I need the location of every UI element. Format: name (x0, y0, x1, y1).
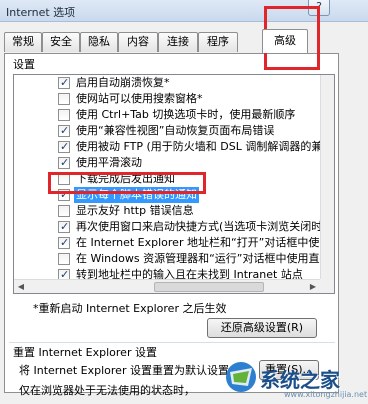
tab-security[interactable]: 安全 (42, 32, 80, 52)
checkbox[interactable] (58, 155, 70, 171)
checkbox[interactable] (58, 139, 70, 155)
checkbox[interactable] (58, 235, 70, 251)
scroll-left-icon[interactable]: ◀ (14, 280, 28, 293)
settings-item-label: 启用自动崩溃恢复* (76, 76, 170, 89)
divider (9, 342, 335, 343)
tab-general[interactable]: 常规 (4, 32, 42, 52)
settings-item[interactable]: 使用 Ctrl+Tab 切换选项卡时，使用最新顺序 (14, 107, 324, 123)
settings-item-label: 在 Internet Explorer 地址栏和“打开”对话框中使 (76, 236, 320, 249)
reset-hint: 仅在浏览器处于无法使用的状态时， (19, 384, 195, 397)
settings-item[interactable]: 使用平滑滚动 (14, 155, 324, 171)
window-title: Internet 选项 (6, 6, 76, 19)
checkbox[interactable] (58, 93, 70, 105)
watermark-logo-icon (226, 362, 256, 392)
tab-advanced[interactable]: 高级 (262, 29, 308, 53)
horizontal-scrollbar[interactable]: ◀ ▶ (14, 279, 320, 293)
checkbox[interactable] (58, 109, 70, 121)
watermark: 系统之家 www.xitongzhijia.net (224, 356, 368, 400)
scroll-corner (320, 279, 334, 293)
settings-item-label: 使用 Ctrl+Tab 切换选项卡时，使用最新顺序 (76, 108, 296, 121)
checkbox[interactable] (58, 219, 70, 235)
settings-heading: 设置 (13, 58, 35, 71)
settings-item-label: 使用平滑滚动 (76, 156, 142, 169)
settings-item-label: 再次使用窗口来启动快捷方式(当选项卡浏览关闭时) (76, 220, 327, 233)
tab-content[interactable]: 内容 (118, 32, 158, 52)
advanced-tab-panel: 设置 启用自动崩溃恢复* 使网站可以使用搜索窗格* 使用 Ctrl+Tab 切换… (4, 53, 339, 397)
tab-privacy[interactable]: 隐私 (80, 32, 118, 52)
settings-item-label: 显示友好 http 错误信息 (76, 204, 194, 217)
settings-item[interactable]: 再次使用窗口来启动快捷方式(当选项卡浏览关闭时) (14, 219, 327, 235)
dialog-body: 常规 安全 隐私 内容 连接 程序 高级 设置 启用自动崩溃恢复* 使网站可以使… (0, 22, 368, 404)
settings-item-label: 使用被动 FTP (用于防火墙和 DSL 调制解调器的兼容 (76, 140, 334, 153)
scroll-thumb[interactable] (154, 282, 264, 292)
settings-item[interactable]: 使用被动 FTP (用于防火墙和 DSL 调制解调器的兼容 (14, 139, 333, 155)
settings-item[interactable]: 在 Internet Explorer 地址栏和“打开”对话框中使 (14, 235, 324, 251)
checkbox[interactable] (58, 253, 70, 265)
reset-description: 将 Internet Explorer 设置重置为默认设置。 (19, 364, 240, 377)
watermark-brand: 系统之家 (260, 368, 340, 392)
restart-note: *重新启动 Internet Explorer 之后生效 (33, 302, 227, 315)
reset-heading: 重置 Internet Explorer 设置 (13, 346, 157, 359)
settings-item[interactable]: 显示友好 http 错误信息 (14, 203, 324, 219)
settings-item-label: 在 Windows 资源管理器和“运行”对话框中使用直接 (76, 252, 331, 265)
checkbox[interactable] (58, 123, 70, 139)
checkbox[interactable] (58, 205, 70, 217)
tab-programs[interactable]: 程序 (198, 32, 238, 52)
checkbox[interactable] (58, 75, 70, 91)
settings-item[interactable]: 启用自动崩溃恢复* (14, 75, 324, 91)
scroll-right-icon[interactable]: ▶ (306, 280, 320, 293)
settings-item[interactable]: 在 Windows 资源管理器和“运行”对话框中使用直接 (14, 251, 331, 267)
restore-advanced-button[interactable]: 还原高级设置(R) (207, 318, 317, 338)
settings-item-label: 使用“兼容性视图”自动恢复页面布局错误 (76, 124, 275, 137)
vertical-scrollbar[interactable] (320, 75, 334, 281)
settings-item[interactable]: 使网站可以使用搜索窗格* (14, 91, 324, 107)
annotation-box-script-errors (48, 172, 206, 194)
tab-connections[interactable]: 连接 (158, 32, 198, 52)
settings-item-label: 使网站可以使用搜索窗格* (76, 92, 203, 105)
settings-item[interactable]: 使用“兼容性视图”自动恢复页面布局错误 (14, 123, 324, 139)
watermark-url: www.xitongzhijia.net (284, 390, 368, 399)
